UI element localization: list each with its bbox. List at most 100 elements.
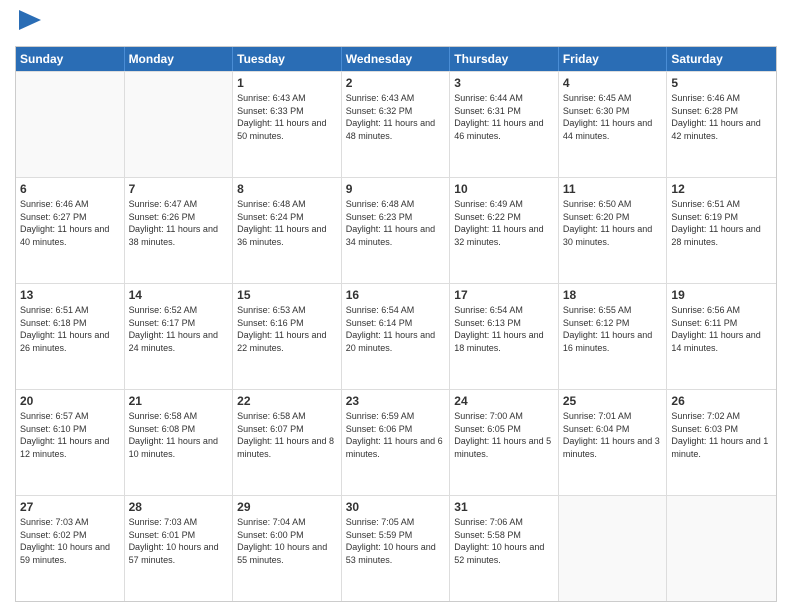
cell-sun-info: Sunrise: 7:03 AM xyxy=(129,516,229,529)
calendar-week-2: 6Sunrise: 6:46 AMSunset: 6:27 PMDaylight… xyxy=(16,177,776,283)
calendar-cell: 9Sunrise: 6:48 AMSunset: 6:23 PMDaylight… xyxy=(342,178,451,283)
cell-sun-info: Sunrise: 7:00 AM xyxy=(454,410,554,423)
cell-daylight-info: Daylight: 11 hours and 42 minutes. xyxy=(671,117,772,142)
cell-sun-info: Sunrise: 6:43 AM xyxy=(346,92,446,105)
day-header-monday: Monday xyxy=(125,47,234,71)
calendar-cell: 29Sunrise: 7:04 AMSunset: 6:00 PMDayligh… xyxy=(233,496,342,601)
day-number: 21 xyxy=(129,393,229,409)
calendar-cell: 25Sunrise: 7:01 AMSunset: 6:04 PMDayligh… xyxy=(559,390,668,495)
cell-daylight-info: Daylight: 11 hours and 38 minutes. xyxy=(129,223,229,248)
day-number: 22 xyxy=(237,393,337,409)
day-number: 20 xyxy=(20,393,120,409)
cell-sun-info: Sunrise: 6:43 AM xyxy=(237,92,337,105)
cell-sunset-info: Sunset: 6:22 PM xyxy=(454,211,554,224)
cell-sunset-info: Sunset: 6:02 PM xyxy=(20,529,120,542)
cell-sun-info: Sunrise: 6:46 AM xyxy=(671,92,772,105)
cell-sunset-info: Sunset: 6:05 PM xyxy=(454,423,554,436)
cell-daylight-info: Daylight: 11 hours and 48 minutes. xyxy=(346,117,446,142)
day-number: 3 xyxy=(454,75,554,91)
cell-sunset-info: Sunset: 6:20 PM xyxy=(563,211,663,224)
cell-daylight-info: Daylight: 11 hours and 6 minutes. xyxy=(346,435,446,460)
cell-sun-info: Sunrise: 6:49 AM xyxy=(454,198,554,211)
cell-daylight-info: Daylight: 10 hours and 55 minutes. xyxy=(237,541,337,566)
cell-daylight-info: Daylight: 10 hours and 53 minutes. xyxy=(346,541,446,566)
cell-sunset-info: Sunset: 6:18 PM xyxy=(20,317,120,330)
cell-daylight-info: Daylight: 11 hours and 12 minutes. xyxy=(20,435,120,460)
calendar-cell: 11Sunrise: 6:50 AMSunset: 6:20 PMDayligh… xyxy=(559,178,668,283)
day-number: 6 xyxy=(20,181,120,197)
cell-daylight-info: Daylight: 11 hours and 18 minutes. xyxy=(454,329,554,354)
day-number: 14 xyxy=(129,287,229,303)
calendar-cell xyxy=(667,496,776,601)
cell-sunset-info: Sunset: 6:01 PM xyxy=(129,529,229,542)
calendar-cell: 24Sunrise: 7:00 AMSunset: 6:05 PMDayligh… xyxy=(450,390,559,495)
day-number: 5 xyxy=(671,75,772,91)
cell-daylight-info: Daylight: 11 hours and 50 minutes. xyxy=(237,117,337,142)
cell-sun-info: Sunrise: 7:05 AM xyxy=(346,516,446,529)
cell-sunset-info: Sunset: 6:07 PM xyxy=(237,423,337,436)
cell-sun-info: Sunrise: 6:58 AM xyxy=(237,410,337,423)
cell-sunset-info: Sunset: 6:13 PM xyxy=(454,317,554,330)
day-number: 9 xyxy=(346,181,446,197)
calendar-cell: 6Sunrise: 6:46 AMSunset: 6:27 PMDaylight… xyxy=(16,178,125,283)
calendar-week-4: 20Sunrise: 6:57 AMSunset: 6:10 PMDayligh… xyxy=(16,389,776,495)
cell-sun-info: Sunrise: 7:03 AM xyxy=(20,516,120,529)
cell-sun-info: Sunrise: 6:54 AM xyxy=(346,304,446,317)
cell-sun-info: Sunrise: 6:48 AM xyxy=(346,198,446,211)
calendar-cell: 1Sunrise: 6:43 AMSunset: 6:33 PMDaylight… xyxy=(233,72,342,177)
calendar-cell xyxy=(125,72,234,177)
cell-daylight-info: Daylight: 11 hours and 14 minutes. xyxy=(671,329,772,354)
calendar-cell: 15Sunrise: 6:53 AMSunset: 6:16 PMDayligh… xyxy=(233,284,342,389)
day-number: 26 xyxy=(671,393,772,409)
cell-sunset-info: Sunset: 5:59 PM xyxy=(346,529,446,542)
cell-sunset-info: Sunset: 6:32 PM xyxy=(346,105,446,118)
day-number: 16 xyxy=(346,287,446,303)
calendar-cell: 12Sunrise: 6:51 AMSunset: 6:19 PMDayligh… xyxy=(667,178,776,283)
day-number: 27 xyxy=(20,499,120,515)
cell-sunset-info: Sunset: 5:58 PM xyxy=(454,529,554,542)
calendar-cell xyxy=(16,72,125,177)
cell-sunset-info: Sunset: 6:11 PM xyxy=(671,317,772,330)
calendar-week-5: 27Sunrise: 7:03 AMSunset: 6:02 PMDayligh… xyxy=(16,495,776,601)
cell-daylight-info: Daylight: 11 hours and 32 minutes. xyxy=(454,223,554,248)
cell-sun-info: Sunrise: 6:44 AM xyxy=(454,92,554,105)
cell-daylight-info: Daylight: 11 hours and 1 minute. xyxy=(671,435,772,460)
cell-sun-info: Sunrise: 7:06 AM xyxy=(454,516,554,529)
cell-sun-info: Sunrise: 6:58 AM xyxy=(129,410,229,423)
calendar-week-3: 13Sunrise: 6:51 AMSunset: 6:18 PMDayligh… xyxy=(16,283,776,389)
cell-sun-info: Sunrise: 7:02 AM xyxy=(671,410,772,423)
cell-daylight-info: Daylight: 11 hours and 16 minutes. xyxy=(563,329,663,354)
cell-sun-info: Sunrise: 6:52 AM xyxy=(129,304,229,317)
page: SundayMondayTuesdayWednesdayThursdayFrid… xyxy=(0,0,792,612)
logo-icon xyxy=(19,10,41,40)
cell-sun-info: Sunrise: 6:47 AM xyxy=(129,198,229,211)
cell-sun-info: Sunrise: 6:51 AM xyxy=(20,304,120,317)
calendar-cell: 16Sunrise: 6:54 AMSunset: 6:14 PMDayligh… xyxy=(342,284,451,389)
cell-sunset-info: Sunset: 6:10 PM xyxy=(20,423,120,436)
day-header-saturday: Saturday xyxy=(667,47,776,71)
calendar-cell: 17Sunrise: 6:54 AMSunset: 6:13 PMDayligh… xyxy=(450,284,559,389)
day-number: 10 xyxy=(454,181,554,197)
cell-sun-info: Sunrise: 6:51 AM xyxy=(671,198,772,211)
calendar-cell xyxy=(559,496,668,601)
cell-daylight-info: Daylight: 10 hours and 59 minutes. xyxy=(20,541,120,566)
cell-sunset-info: Sunset: 6:00 PM xyxy=(237,529,337,542)
calendar-cell: 27Sunrise: 7:03 AMSunset: 6:02 PMDayligh… xyxy=(16,496,125,601)
day-number: 7 xyxy=(129,181,229,197)
calendar-cell: 7Sunrise: 6:47 AMSunset: 6:26 PMDaylight… xyxy=(125,178,234,283)
cell-sunset-info: Sunset: 6:08 PM xyxy=(129,423,229,436)
calendar-header: SundayMondayTuesdayWednesdayThursdayFrid… xyxy=(16,47,776,71)
cell-daylight-info: Daylight: 11 hours and 44 minutes. xyxy=(563,117,663,142)
cell-sun-info: Sunrise: 6:55 AM xyxy=(563,304,663,317)
calendar-cell: 23Sunrise: 6:59 AMSunset: 6:06 PMDayligh… xyxy=(342,390,451,495)
cell-sunset-info: Sunset: 6:27 PM xyxy=(20,211,120,224)
cell-daylight-info: Daylight: 11 hours and 28 minutes. xyxy=(671,223,772,248)
calendar-cell: 31Sunrise: 7:06 AMSunset: 5:58 PMDayligh… xyxy=(450,496,559,601)
calendar-cell: 22Sunrise: 6:58 AMSunset: 6:07 PMDayligh… xyxy=(233,390,342,495)
cell-sun-info: Sunrise: 6:57 AM xyxy=(20,410,120,423)
cell-sunset-info: Sunset: 6:31 PM xyxy=(454,105,554,118)
cell-sunset-info: Sunset: 6:30 PM xyxy=(563,105,663,118)
cell-sun-info: Sunrise: 6:54 AM xyxy=(454,304,554,317)
cell-sunset-info: Sunset: 6:04 PM xyxy=(563,423,663,436)
day-header-friday: Friday xyxy=(559,47,668,71)
